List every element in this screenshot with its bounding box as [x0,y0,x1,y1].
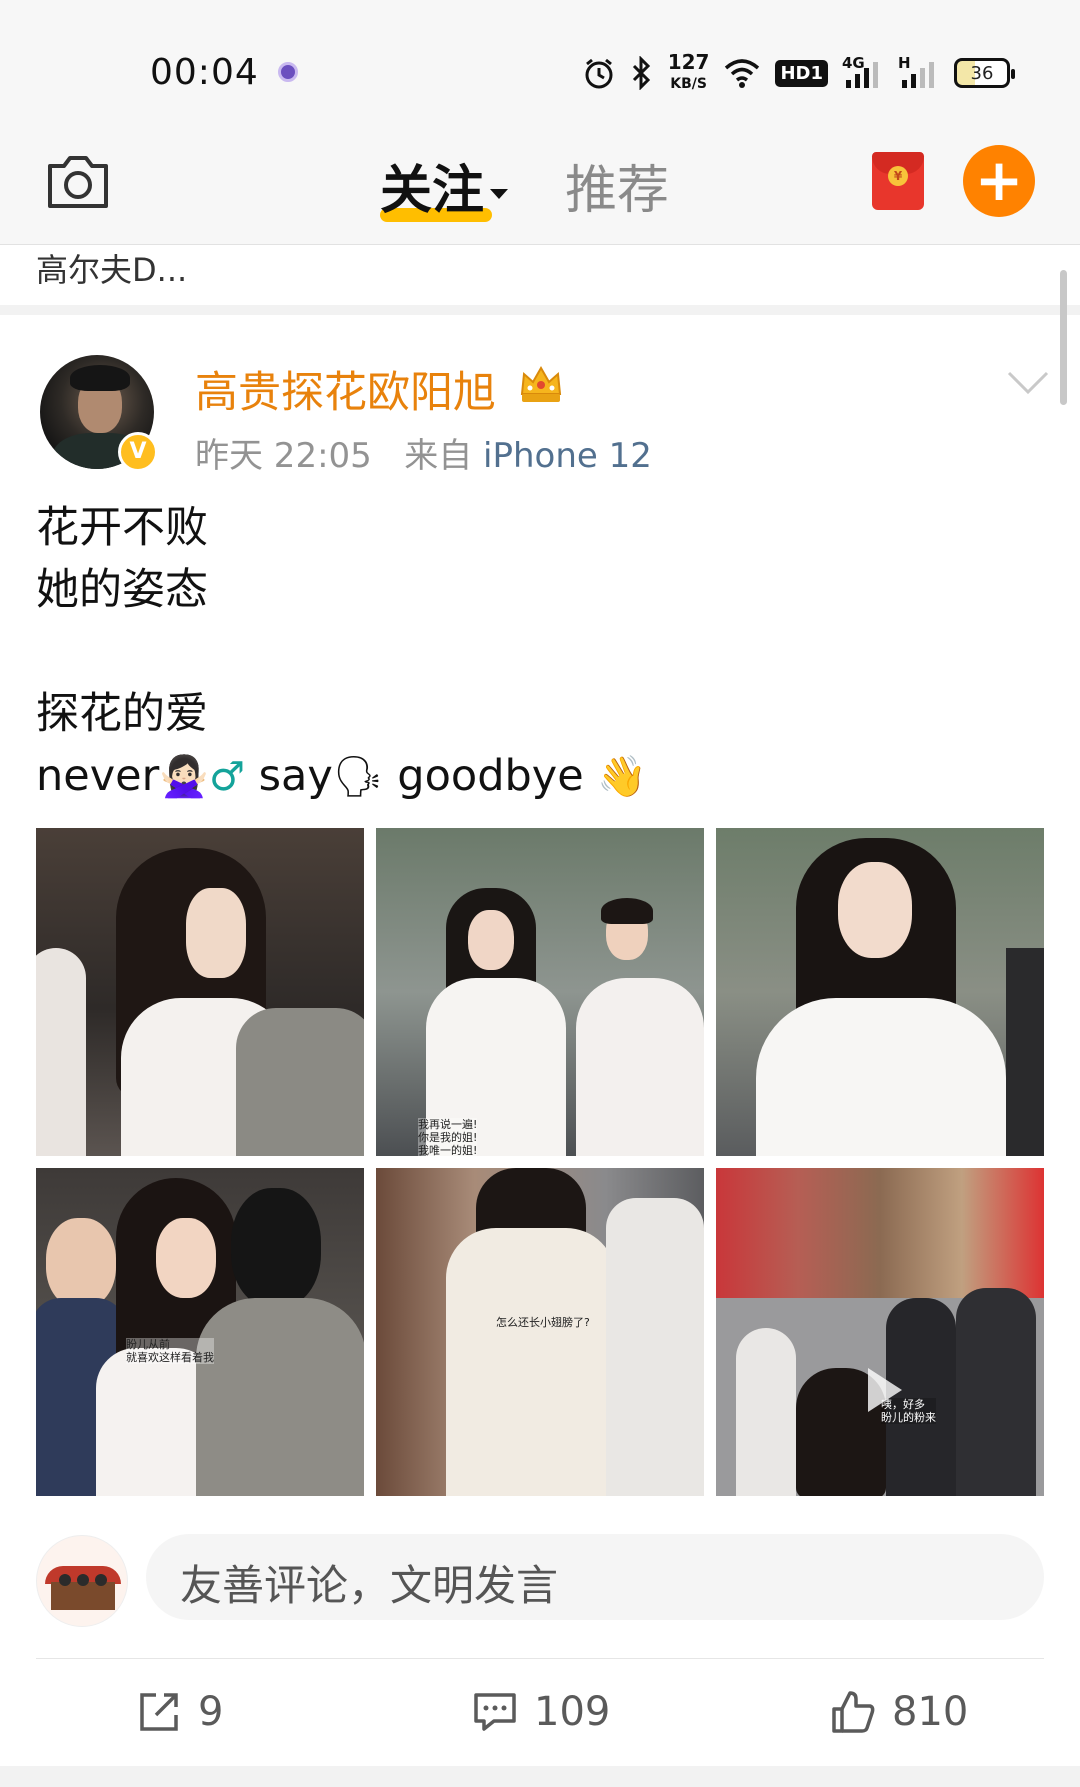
notification-dot-icon [278,62,298,82]
image-caption: 我再说一遍! 你是我的姐! 我唯一的姐! [418,1118,478,1156]
card-separator [0,1766,1080,1787]
speaking-head-icon: 🗣 [332,754,384,800]
comment-input[interactable]: 友善评论，文明发言 [146,1534,1044,1620]
bluetooth-icon [630,56,654,90]
comment-count: 109 [534,1689,611,1735]
caret-down-icon [490,189,509,199]
image-grid: 我再说一遍! 你是我的姐! 我唯一的姐! 盼儿从前 就喜欢这样看着我 怎么还长小… [36,828,1044,1496]
male-sign-icon: ♂ [209,754,245,800]
status-bar: 00:04 127 KB/S HD1 4G H 36 [0,0,1080,130]
card-separator [0,305,1080,315]
my-avatar[interactable] [36,1535,128,1627]
status-time: 00:04 [150,52,259,93]
repost-icon [140,1693,178,1731]
comment-placeholder: 友善评论，文明发言 [180,1561,559,1610]
play-icon [868,1368,902,1412]
status-icons: 127 KB/S HD1 4G H 36 [582,48,1015,98]
comment-icon [474,1693,516,1731]
post-line-emoji: never🙅🏻‍♀️♂ say🗣 goodbye 👋 [36,751,648,801]
image-caption: 盼儿从前 就喜欢这样看着我 [126,1338,214,1364]
hd-voice-icon: HD1 [775,59,828,87]
previous-post-text: 高尔夫D... [36,251,188,289]
post-image-3[interactable] [716,828,1044,1156]
signal-h-icon: H [898,54,940,90]
red-packet-icon[interactable]: ¥ [872,152,924,210]
post-source[interactable]: iPhone 12 [483,436,652,476]
scrollbar[interactable] [1060,270,1067,405]
post-time: 昨天 22:05 [195,436,372,476]
repost-count: 9 [198,1689,224,1735]
waving-hand-icon: 👋 [597,754,648,800]
woman-gesturing-no-icon: 🙅🏻‍♀️ [159,754,210,800]
post-body: 花开不败 她的姿态 探花的爱 never🙅🏻‍♀️♂ say🗣 goodbye … [36,497,647,807]
post-line [36,621,647,683]
post-line: 探花的爱 [36,689,208,739]
post-meta: 昨天 22:05 来自 iPhone 12 [195,428,652,477]
author-name[interactable]: 高贵探花欧阳旭 [195,358,496,420]
post-image-4[interactable]: 盼儿从前 就喜欢这样看着我 [36,1168,364,1496]
post-image-5[interactable]: 怎么还长小翅膀了? [376,1168,704,1496]
previous-post-snippet[interactable]: 高尔夫D... [0,245,1080,310]
alarm-icon [582,56,616,90]
tab-follow[interactable]: 关注 [380,148,509,223]
repost-button[interactable]: 9 [136,1684,223,1740]
divider [36,1658,1044,1659]
crown-icon[interactable] [518,362,564,406]
post-line: 她的姿态 [36,565,208,615]
camera-icon[interactable] [44,152,112,212]
thumbs-up-icon [832,1691,875,1733]
post-source-prefix: 来自 [404,436,473,476]
wifi-icon [723,57,761,89]
network-speed: 127 KB/S [667,49,710,92]
post-image-1[interactable] [36,828,364,1156]
post-image-2[interactable]: 我再说一遍! 你是我的姐! 我唯一的姐! [376,828,704,1156]
battery-icon: 36 [954,58,1015,88]
post-line: 花开不败 [36,503,208,553]
like-count: 810 [892,1689,969,1735]
signal-4g-icon: 4G [842,54,884,90]
post-image-6[interactable]: 咦，好多 盼儿的粉来 [716,1168,1044,1496]
verified-badge-icon: V [118,432,158,472]
like-button[interactable]: 810 [830,1684,968,1740]
chevron-down-icon[interactable] [1006,370,1050,396]
top-header: 关注 推荐 ¥ + [0,130,1080,245]
tab-recommend[interactable]: 推荐 [565,148,669,223]
image-caption: 怎么还长小翅膀了? [496,1316,590,1329]
comment-button[interactable]: 109 [472,1684,610,1740]
compose-button[interactable]: + [963,145,1035,217]
